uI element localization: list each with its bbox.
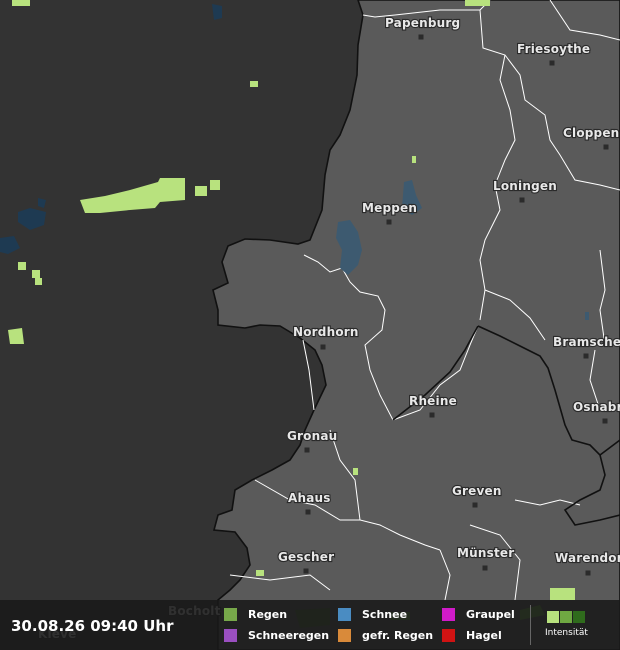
- city-label-bramsche: Bramsche: [553, 335, 620, 349]
- city-label-papenburg: Papenburg: [385, 16, 460, 30]
- meppen-marker: [386, 219, 392, 225]
- friesoythe-marker: [549, 60, 555, 66]
- gronau-marker: [304, 447, 310, 453]
- city-label-muenster: Münster: [457, 546, 514, 560]
- intensity-level-3: [573, 611, 585, 623]
- city-label-warendor: Warendor: [555, 551, 620, 565]
- legend-item-gefr-regen: gefr. Regen: [338, 628, 433, 642]
- legend-label: gefr. Regen: [362, 628, 434, 642]
- legend-item-hagel: Hagel: [442, 628, 502, 642]
- timestamp: 30.08.26 09:40 Uhr: [11, 617, 174, 635]
- legend-item-schneeregen: Schneeregen: [224, 628, 329, 642]
- legend-item-schnee: Schnee: [338, 607, 407, 621]
- muenster-marker: [482, 565, 488, 571]
- city-label-loningen: Loningen: [493, 179, 557, 193]
- city-label-ahaus: Ahaus: [288, 491, 331, 505]
- legend-item-graupel: Graupel: [442, 607, 515, 621]
- cloppen-marker: [603, 144, 609, 150]
- loningen-marker: [519, 197, 525, 203]
- city-label-meppen: Meppen: [362, 201, 417, 215]
- city-label-friesoythe: Friesoythe: [517, 42, 590, 56]
- hagel-swatch: [442, 628, 455, 642]
- nordhorn-marker: [320, 344, 326, 350]
- greven-marker: [472, 502, 478, 508]
- intensity-level-1: [547, 611, 559, 623]
- city-label-nordhorn: Nordhorn: [293, 325, 359, 339]
- city-label-gescher: Gescher: [278, 550, 334, 564]
- legend-label: Graupel: [466, 607, 515, 621]
- intensity-label: Intensität: [545, 628, 588, 638]
- graupel-swatch: [442, 607, 455, 621]
- city-label-rheine: Rheine: [409, 394, 457, 408]
- legend-label: Schneeregen: [248, 628, 330, 642]
- legend-label: Regen: [248, 607, 288, 621]
- city-label-greven: Greven: [452, 484, 502, 498]
- legend-label: Hagel: [466, 628, 502, 642]
- legend-item-regen: Regen: [224, 607, 287, 621]
- rheine-marker: [429, 412, 435, 418]
- osnabr-marker: [602, 418, 608, 424]
- city-label-gronau: Gronau: [287, 429, 337, 443]
- intensity-scale: [547, 611, 586, 623]
- schnee-swatch: [338, 607, 351, 621]
- papenburg-marker: [418, 34, 424, 40]
- legend-label: Schnee: [362, 607, 408, 621]
- city-label-cloppen: Cloppen: [563, 126, 619, 140]
- ahaus-marker: [305, 509, 311, 515]
- gescher-marker: [303, 568, 309, 574]
- warendor-marker: [585, 570, 591, 576]
- intensity-level-2: [560, 611, 572, 623]
- radar-map[interactable]: Papenburg Friesoythe Cloppen Loningen Meppen…: [0, 0, 620, 650]
- gefr-regen-swatch: [338, 628, 351, 642]
- city-label-osnabr: Osnabr: [573, 400, 620, 414]
- bramsche-marker: [583, 353, 589, 359]
- legend-divider: [530, 605, 531, 645]
- schneeregen-swatch: [224, 628, 237, 642]
- regen-swatch: [224, 607, 237, 621]
